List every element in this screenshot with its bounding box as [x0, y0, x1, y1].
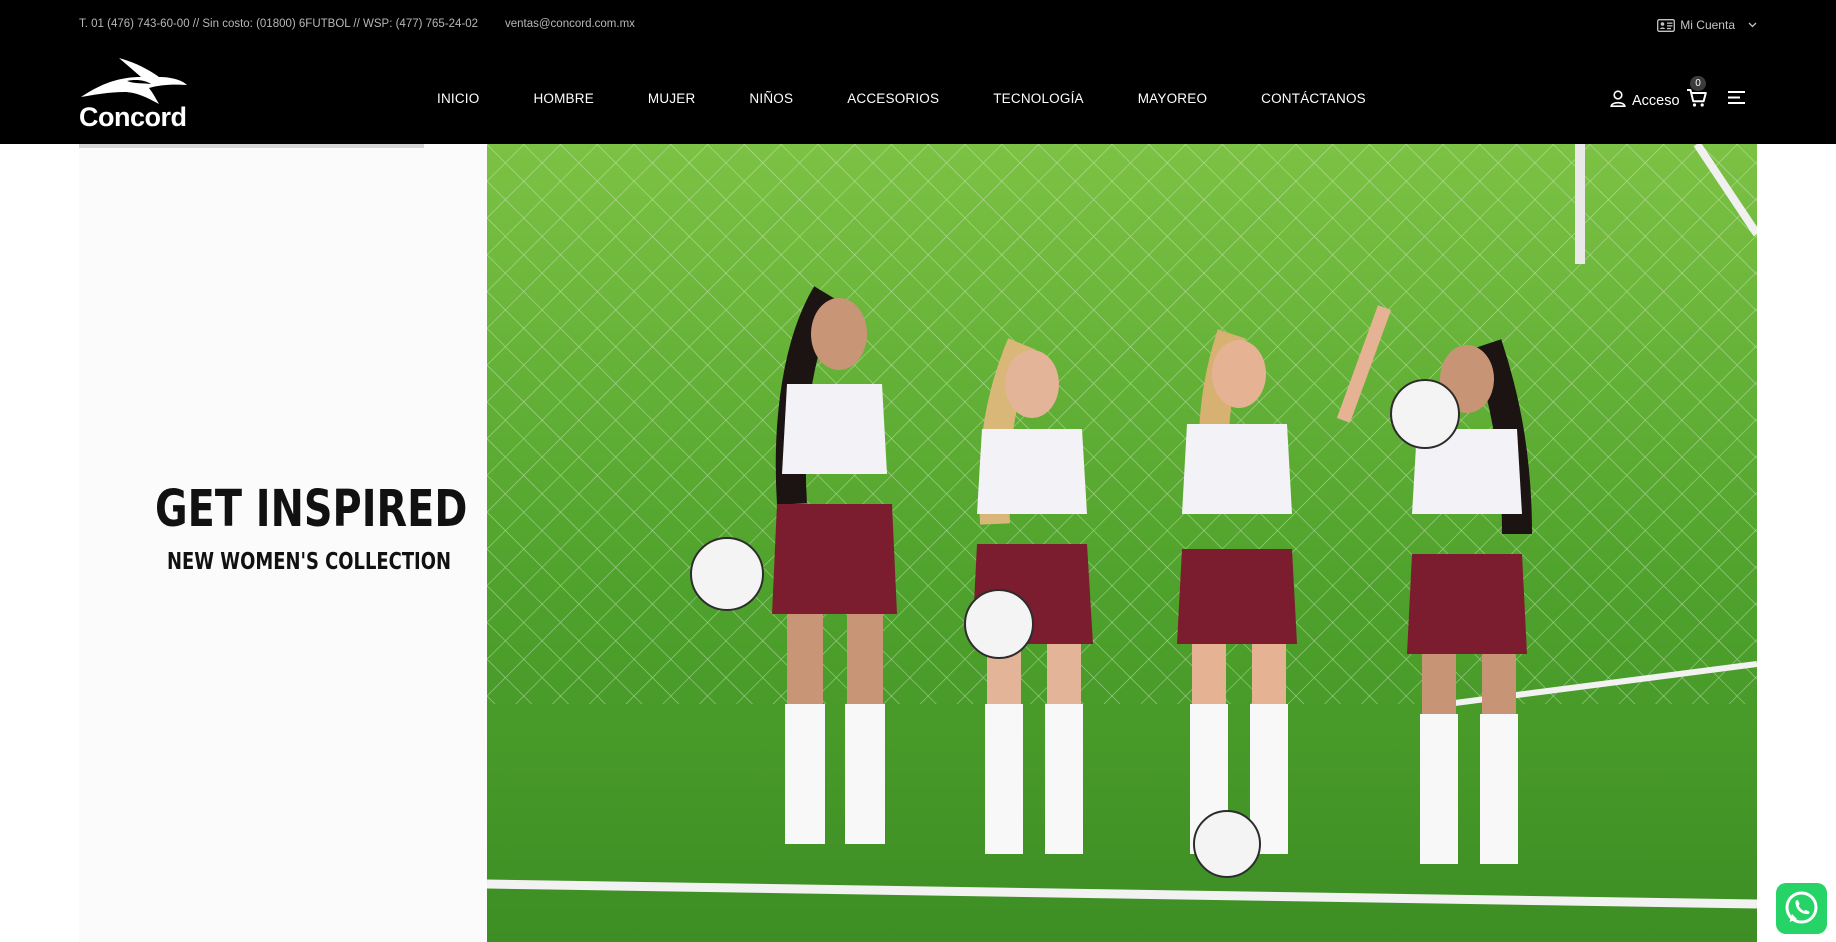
brand-logo[interactable]: Concord — [79, 55, 189, 135]
main-nav: INICIO HOMBRE MUJER NIÑOS ACCESORIOS TEC… — [437, 88, 1366, 110]
hero-title: GET INSPIRED — [155, 480, 468, 539]
hero-image — [487, 144, 1757, 942]
user-icon — [1610, 90, 1626, 111]
promo-panel — [79, 144, 487, 942]
nav-contactanos[interactable]: CONTÁCTANOS — [1261, 88, 1366, 110]
id-card-icon — [1657, 18, 1676, 32]
contact-phones: T. 01 (476) 743-60-00 // Sin costo: (018… — [79, 18, 479, 30]
nav-hombre[interactable]: HOMBRE — [533, 88, 593, 110]
chevron-down-icon — [1748, 22, 1757, 28]
login-label: Acceso — [1632, 92, 1680, 109]
nav-mayoreo[interactable]: MAYOREO — [1138, 88, 1207, 110]
login-link[interactable]: Acceso — [1610, 90, 1680, 111]
my-account-dropdown[interactable]: Mi Cuenta — [1657, 16, 1757, 34]
cart-count-badge: 0 — [1690, 76, 1706, 91]
concord-bird-mark — [81, 58, 187, 104]
whatsapp-icon — [1776, 891, 1827, 938]
cart-button[interactable] — [1686, 88, 1710, 110]
whatsapp-chat-button[interactable] — [1776, 883, 1827, 934]
hero-subtitle: NEW WOMEN'S COLLECTION — [167, 549, 452, 575]
menu-toggle-button[interactable] — [1728, 90, 1748, 106]
nav-accesorios[interactable]: ACCESORIOS — [847, 88, 939, 110]
slider-progress-line — [79, 144, 424, 148]
top-bar: T. 01 (476) 743-60-00 // Sin costo: (018… — [79, 13, 1757, 37]
nav-inicio[interactable]: INICIO — [437, 88, 479, 110]
nav-mujer[interactable]: MUJER — [648, 88, 696, 110]
nav-ninos[interactable]: NIÑOS — [749, 88, 793, 110]
site-header: T. 01 (476) 743-60-00 // Sin costo: (018… — [0, 0, 1836, 144]
contact-email-link[interactable]: ventas@concord.com.mx — [505, 18, 635, 30]
cart-icon — [1686, 89, 1708, 112]
nav-tecnologia[interactable]: TECNOLOGÍA — [993, 88, 1084, 110]
brand-wordmark: Concord — [79, 102, 187, 132]
menu-icon — [1728, 91, 1746, 109]
account-label: Mi Cuenta — [1680, 18, 1735, 32]
